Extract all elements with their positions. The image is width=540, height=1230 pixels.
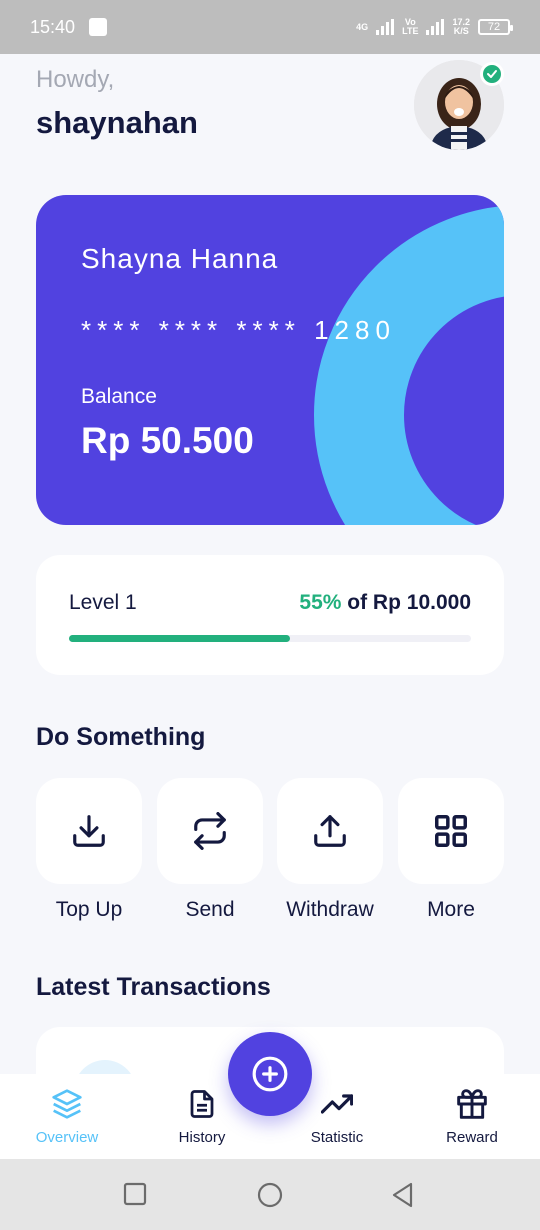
upload-icon	[314, 815, 346, 847]
nav-overview[interactable]: Overview	[7, 1088, 127, 1146]
add-transaction-button[interactable]	[228, 1032, 312, 1116]
back-triangle-icon	[392, 1182, 413, 1208]
download-icon	[73, 815, 105, 847]
battery-icon: 72	[478, 19, 513, 35]
profile-avatar[interactable]	[414, 60, 504, 150]
volte-bottom: LTE	[402, 26, 419, 36]
plus-circle-icon	[252, 1056, 288, 1092]
home-button[interactable]	[257, 1182, 283, 1213]
status-time: 15:40	[30, 16, 76, 37]
transactions-title: Latest Transactions	[36, 973, 271, 1001]
card-decoration	[314, 205, 504, 525]
status-indicators: 4G Vo LTE 17.2 K/S 72	[356, 18, 513, 36]
verified-badge-icon	[480, 62, 504, 86]
layers-icon	[52, 1089, 82, 1119]
trending-up-icon	[320, 1094, 354, 1114]
grid-icon	[435, 815, 467, 847]
withdraw-button[interactable]: Withdraw	[277, 778, 383, 922]
top-up-icon-box	[36, 778, 142, 884]
more-button[interactable]: More	[398, 778, 504, 922]
more-label: More	[427, 898, 475, 921]
level-progress-bar	[69, 635, 471, 642]
square-icon	[123, 1182, 147, 1206]
signal-icon-2	[426, 19, 445, 35]
level-card: Level 1 55% of Rp 10.000	[36, 555, 504, 675]
balance-card[interactable]: Shayna Hanna **** **** **** 1280 Balance…	[36, 195, 504, 525]
level-target: of Rp 10.000	[347, 591, 471, 614]
top-up-button[interactable]: Top Up	[36, 778, 142, 922]
level-label: Level 1	[69, 591, 137, 614]
card-holder-name: Shayna Hanna	[81, 243, 279, 274]
back-button[interactable]	[391, 1182, 415, 1213]
status-bar: 15:40 4G Vo LTE 17.2 K/S 72	[0, 0, 540, 54]
nav-reward-label: Reward	[446, 1129, 498, 1146]
send-button[interactable]: Send	[157, 778, 263, 922]
circle-icon	[257, 1182, 283, 1208]
level-progress-text: 55% of Rp 10.000	[299, 591, 471, 615]
speed-unit: K/S	[453, 26, 469, 36]
nav-overview-label: Overview	[35, 1129, 99, 1146]
balance-label: Balance	[81, 385, 157, 408]
network-type: 4G	[356, 21, 369, 32]
nav-reward[interactable]: Reward	[412, 1088, 532, 1146]
signal-icon	[376, 19, 395, 35]
username: shaynahan	[36, 105, 198, 140]
greeting-text: Howdy,	[36, 66, 115, 93]
nav-history-label: History	[178, 1129, 226, 1146]
level-percent: 55%	[299, 591, 342, 614]
send-icon-box	[157, 778, 263, 884]
system-navigation-bar	[0, 1159, 540, 1230]
volte-indicator: Vo LTE	[402, 18, 418, 36]
network-speed: 17.2 K/S	[452, 18, 470, 36]
repeat-icon	[194, 812, 226, 850]
notification-icon	[89, 18, 108, 36]
document-icon	[190, 1090, 214, 1118]
balance-value: Rp 50.500	[81, 420, 254, 461]
card-number: **** **** **** 1280	[81, 315, 396, 345]
recents-button[interactable]	[123, 1182, 147, 1211]
withdraw-icon-box	[277, 778, 383, 884]
more-icon-box	[398, 778, 504, 884]
gift-icon	[457, 1089, 487, 1119]
actions-title: Do Something	[36, 723, 206, 751]
nav-statistic-label: Statistic	[310, 1129, 364, 1146]
level-progress-fill	[69, 635, 291, 642]
